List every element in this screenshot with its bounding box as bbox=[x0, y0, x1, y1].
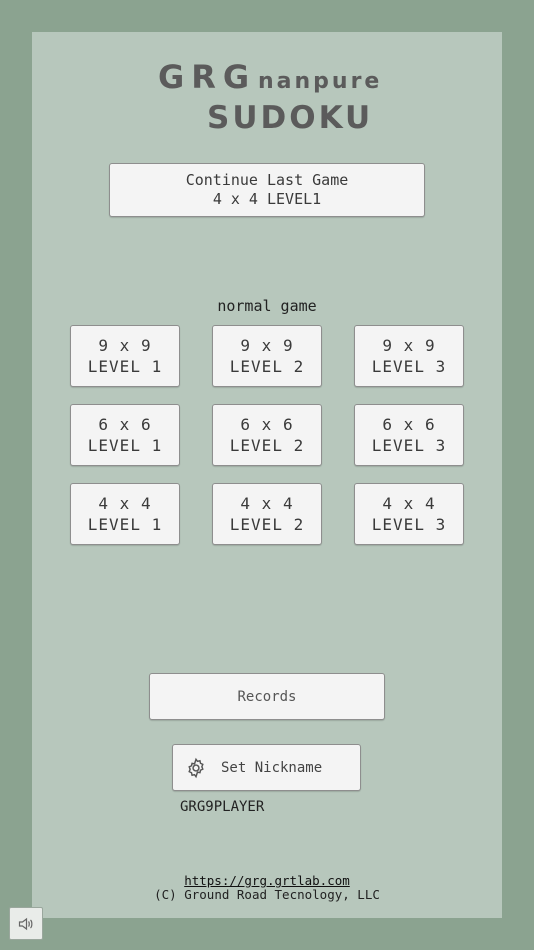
website-link[interactable]: https://grg.grtlab.com bbox=[184, 873, 350, 888]
level-label: LEVEL 1 bbox=[87, 515, 163, 534]
board-size-label: 9 x 9 bbox=[382, 336, 436, 355]
app-logo: GRG nanpure SUDOKU bbox=[158, 58, 382, 136]
board-size-label: 4 x 4 bbox=[98, 494, 152, 513]
level-label: LEVEL 2 bbox=[229, 357, 305, 376]
set-nickname-button[interactable]: Set Nickname bbox=[172, 744, 361, 791]
sound-toggle-button[interactable] bbox=[9, 907, 43, 940]
records-button[interactable]: Records bbox=[149, 673, 385, 720]
board-size-label: 6 x 6 bbox=[240, 415, 294, 434]
records-label: Records bbox=[237, 688, 297, 705]
gear-icon bbox=[188, 757, 204, 778]
level-label: LEVEL 3 bbox=[371, 436, 447, 455]
speaker-icon bbox=[18, 917, 33, 930]
level-button[interactable]: 6 x 6 LEVEL 3 bbox=[354, 404, 464, 466]
level-label: LEVEL 3 bbox=[371, 515, 447, 534]
normal-game-title: normal game bbox=[217, 297, 317, 315]
logo-line2: SUDOKU bbox=[207, 100, 373, 136]
level-button[interactable]: 9 x 9 LEVEL 3 bbox=[354, 325, 464, 387]
level-label: LEVEL 3 bbox=[371, 357, 447, 376]
level-button[interactable]: 9 x 9 LEVEL 1 bbox=[70, 325, 180, 387]
copyright-text: (C) Ground Road Tecnology, LLC bbox=[154, 887, 380, 902]
logo-line1: GRG bbox=[158, 58, 256, 96]
level-label: LEVEL 1 bbox=[87, 436, 163, 455]
continue-game-info: 4 x 4 LEVEL1 bbox=[212, 190, 322, 208]
footer: https://grg.grtlab.com (C) Ground Road T… bbox=[0, 874, 534, 902]
board-size-label: 6 x 6 bbox=[98, 415, 152, 434]
level-button[interactable]: 4 x 4 LEVEL 2 bbox=[212, 483, 322, 545]
level-button[interactable]: 4 x 4 LEVEL 1 bbox=[70, 483, 180, 545]
level-button[interactable]: 9 x 9 LEVEL 2 bbox=[212, 325, 322, 387]
set-nickname-label: Set Nickname bbox=[221, 759, 323, 776]
level-button[interactable]: 6 x 6 LEVEL 2 bbox=[212, 404, 322, 466]
board-size-label: 4 x 4 bbox=[240, 494, 294, 513]
board-size-label: 4 x 4 bbox=[382, 494, 436, 513]
continue-last-game-button[interactable]: Continue Last Game 4 x 4 LEVEL1 bbox=[109, 163, 425, 217]
level-label: LEVEL 1 bbox=[87, 357, 163, 376]
level-label: LEVEL 2 bbox=[229, 515, 305, 534]
logo-line1-sub: nanpure bbox=[258, 69, 382, 94]
board-size-label: 6 x 6 bbox=[382, 415, 436, 434]
board-size-label: 9 x 9 bbox=[240, 336, 294, 355]
current-nickname: GRG9PLAYER bbox=[180, 799, 265, 815]
level-label: LEVEL 2 bbox=[229, 436, 305, 455]
continue-label: Continue Last Game bbox=[185, 171, 349, 189]
level-button[interactable]: 6 x 6 LEVEL 1 bbox=[70, 404, 180, 466]
board-size-label: 9 x 9 bbox=[98, 336, 152, 355]
level-button[interactable]: 4 x 4 LEVEL 3 bbox=[354, 483, 464, 545]
